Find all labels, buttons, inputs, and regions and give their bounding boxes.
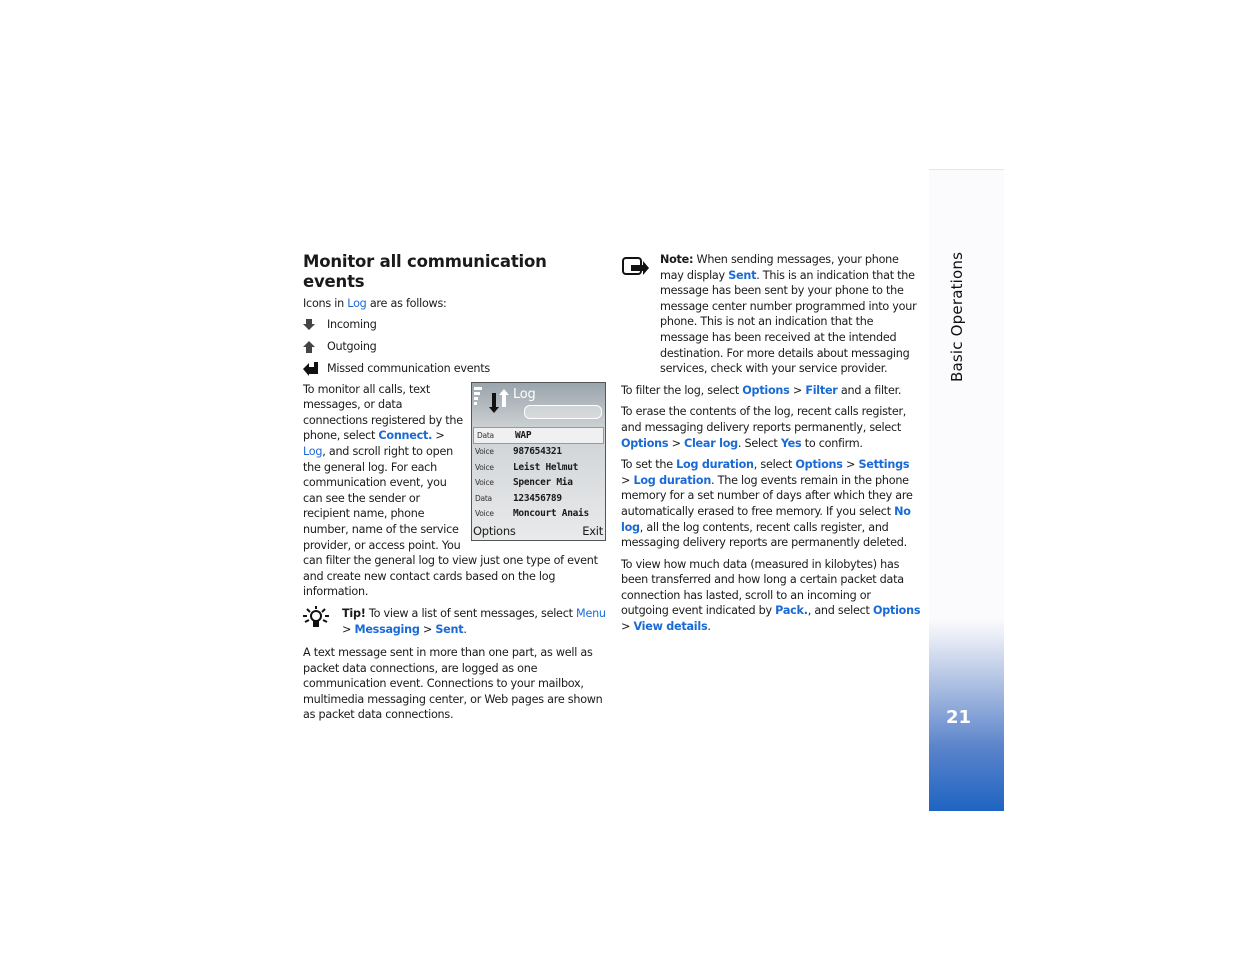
log-row[interactable]: Data 123456789 (472, 491, 605, 507)
phone-screenshot-log: Log Data WAP Voice 987654321 Voice Leist He… (471, 381, 606, 541)
duration-paragraph: To set the Log duration, select Options … (621, 458, 913, 550)
options-link[interactable]: Options (873, 604, 921, 617)
packet-paragraph: A text message sent in more than one par… (303, 646, 603, 722)
log-link-2[interactable]: Log (303, 445, 322, 458)
right-column: Note: When sending messages, your phone … (621, 252, 921, 641)
log-row[interactable]: Data WAP (473, 426, 604, 445)
options-link[interactable]: Options (795, 458, 843, 471)
left-column: Monitor all communication events Icons i… (303, 252, 608, 729)
lightbulb-icon (303, 605, 342, 637)
sent-link-note[interactable]: Sent (728, 269, 756, 282)
options-link[interactable]: Options (742, 384, 790, 397)
outgoing-arrow-icon (303, 339, 327, 355)
view-details-link[interactable]: View details (633, 620, 707, 633)
phone-title: Log (513, 386, 536, 402)
tip-box: Tip! To view a list of sent messages, se… (303, 605, 608, 637)
filter-paragraph: To filter the log, select Options > Filt… (621, 383, 902, 397)
log-duration-link[interactable]: Log duration (676, 458, 754, 471)
log-link[interactable]: Log (347, 297, 366, 310)
signal-strength-icon (474, 386, 509, 413)
phone-header: Log (472, 383, 605, 427)
icon-legend-outgoing: Outgoing (303, 336, 608, 358)
page-number: 21 (946, 707, 972, 728)
messaging-link[interactable]: Messaging (354, 623, 419, 636)
sent-link[interactable]: Sent (435, 623, 463, 636)
log-row[interactable]: Voice Leist Helmut (472, 460, 605, 476)
options-link[interactable]: Options (621, 437, 669, 450)
phone-tabs (524, 404, 602, 419)
monitor-paragraph-block: Log Data WAP Voice 987654321 Voice Leist He… (303, 381, 608, 600)
options-softkey[interactable]: Options (473, 524, 516, 540)
log-list: Data WAP Voice 987654321 Voice Leist Helmut… (472, 426, 605, 522)
yes-link[interactable]: Yes (781, 437, 802, 450)
log-duration-link-2[interactable]: Log duration (633, 474, 711, 487)
chapter-tab: Basic Operations 21 (929, 169, 1004, 811)
softkeys: Options Exit (472, 522, 605, 540)
exit-softkey[interactable]: Exit (582, 524, 603, 540)
note-box: Note: When sending messages, your phone … (621, 252, 921, 377)
section-heading: Monitor all communication events (303, 252, 547, 291)
erase-paragraph: To erase the contents of the log, recent… (621, 405, 907, 450)
log-row[interactable]: Voice Spencer Mia (472, 475, 605, 491)
missed-event-icon (303, 361, 327, 377)
icon-legend-incoming: Incoming (303, 314, 608, 336)
menu-link[interactable]: Menu (576, 607, 606, 620)
settings-link[interactable]: Settings (858, 458, 909, 471)
incoming-arrow-icon (303, 317, 327, 333)
note-icon (621, 252, 660, 377)
connect-link[interactable]: Connect. (378, 429, 432, 442)
log-row[interactable]: Voice Moncourt Anais (472, 506, 605, 522)
chapter-title: Basic Operations (948, 251, 966, 382)
data-paragraph: To view how much data (measured in kilob… (621, 557, 921, 634)
icon-legend-missed: Missed communication events (303, 358, 608, 380)
clear-log-link[interactable]: Clear log (684, 437, 738, 450)
filter-link[interactable]: Filter (805, 384, 838, 397)
icons-intro: Icons in Log are as follows: (303, 297, 447, 310)
pack-link[interactable]: Pack. (775, 604, 808, 617)
log-row[interactable]: Voice 987654321 (472, 444, 605, 460)
